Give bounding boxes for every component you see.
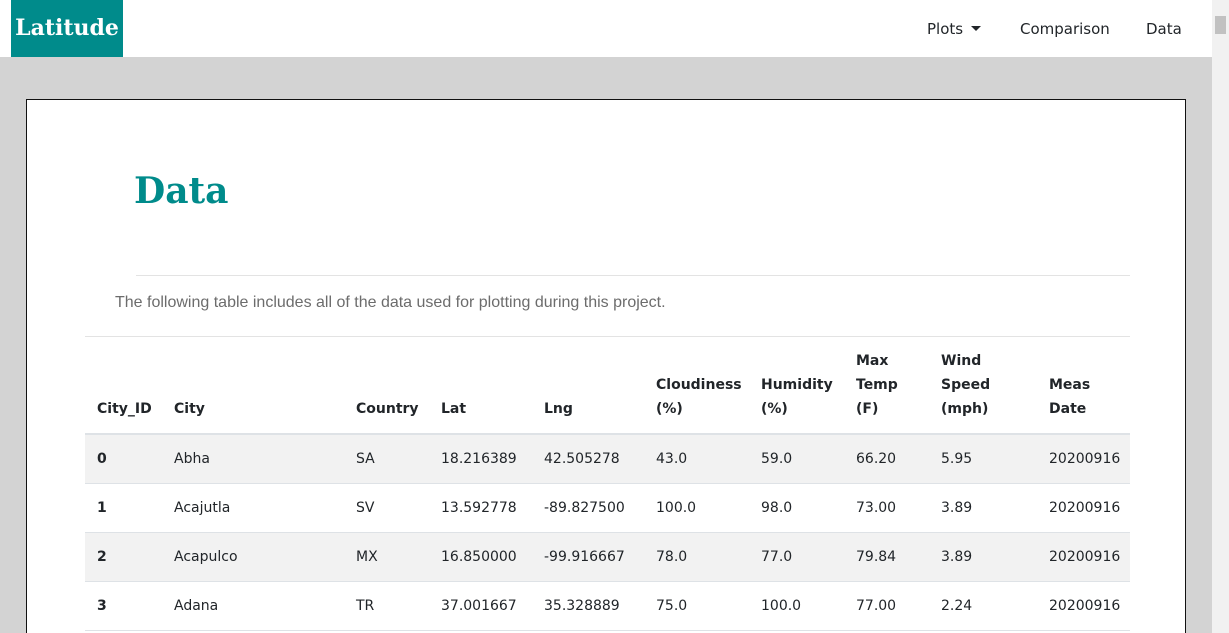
cell-city: Adana [162, 581, 344, 631]
column-header-lat: Lat [429, 348, 532, 435]
cell-lng: -99.916667 [532, 532, 644, 582]
cell-wind-speed: 2.24 [929, 581, 1037, 631]
cell-max-temp: 66.20 [844, 434, 929, 484]
table-row: 1 Acajutla SV 13.592778 -89.827500 100.0… [85, 483, 1130, 533]
cell-cloudiness: 78.0 [644, 532, 749, 582]
column-header-city: City [162, 348, 344, 435]
cell-humidity: 100.0 [749, 581, 844, 631]
brand-logo[interactable]: Latitude [11, 0, 123, 57]
table-row: 2 Acapulco MX 16.850000 -99.916667 78.0 … [85, 532, 1130, 582]
cell-max-temp: 77.00 [844, 581, 929, 631]
cell-wind-speed: 5.95 [929, 434, 1037, 484]
cell-country: SA [344, 434, 429, 484]
cell-city: Acapulco [162, 532, 344, 582]
column-header-country: Country [344, 348, 429, 435]
cell-city-id: 0 [85, 434, 162, 484]
cell-country: TR [344, 581, 429, 631]
cell-country: SV [344, 483, 429, 533]
cell-max-temp: 79.84 [844, 532, 929, 582]
cell-max-temp: 73.00 [844, 483, 929, 533]
table-header-row: City_ID City Country Lat Lng Cloudiness(… [85, 348, 1130, 435]
column-header-wind-speed: Wind Speed (mph) [929, 348, 1037, 435]
column-header-lng: Lng [532, 348, 644, 435]
cell-wind-speed: 3.89 [929, 483, 1037, 533]
cell-cloudiness: 100.0 [644, 483, 749, 533]
page-description: The following table includes all of the … [115, 294, 666, 311]
cell-country: MX [344, 532, 429, 582]
data-table: City_ID City Country Lat Lng Cloudiness(… [85, 348, 1130, 631]
page-title: Data [134, 170, 229, 212]
nav-data-link[interactable]: Data [1146, 0, 1182, 57]
cell-city-id: 2 [85, 532, 162, 582]
column-header-city-id: City_ID [85, 348, 162, 435]
table-row: 3 Adana TR 37.001667 35.328889 75.0 100.… [85, 581, 1130, 631]
column-header-cloudiness: Cloudiness (%) [644, 348, 749, 435]
cell-humidity: 98.0 [749, 483, 844, 533]
scrollbar-thumb[interactable] [1215, 16, 1226, 34]
cell-lat: 13.592778 [429, 483, 532, 533]
cell-meas-date: 20200916 [1037, 483, 1130, 533]
cell-city-id: 1 [85, 483, 162, 533]
cell-meas-date: 20200916 [1037, 532, 1130, 582]
nav-comparison-link[interactable]: Comparison [1020, 0, 1110, 57]
caret-down-icon [971, 26, 982, 31]
table-row: 0 Abha SA 18.216389 42.505278 43.0 59.0 … [85, 434, 1130, 484]
cell-wind-speed: 3.89 [929, 532, 1037, 582]
nav-plots-label: Plots [927, 20, 964, 38]
navbar: Latitude Plots Comparison Data [0, 0, 1212, 57]
cell-city: Acajutla [162, 483, 344, 533]
cell-meas-date: 20200916 [1037, 434, 1130, 484]
cell-lng: 35.328889 [532, 581, 644, 631]
divider [85, 336, 1130, 337]
cell-lat: 16.850000 [429, 532, 532, 582]
cell-cloudiness: 43.0 [644, 434, 749, 484]
cell-city-id: 3 [85, 581, 162, 631]
cell-humidity: 59.0 [749, 434, 844, 484]
nav-plots-dropdown[interactable]: Plots [927, 0, 982, 57]
cell-city: Abha [162, 434, 344, 484]
cell-cloudiness: 75.0 [644, 581, 749, 631]
cell-lng: -89.827500 [532, 483, 644, 533]
divider [136, 275, 1130, 276]
column-header-max-temp: Max Temp (F) [844, 348, 929, 435]
cell-lat: 37.001667 [429, 581, 532, 631]
content-card: Data The following table includes all of… [26, 99, 1186, 633]
cell-lat: 18.216389 [429, 434, 532, 484]
cell-lng: 42.505278 [532, 434, 644, 484]
column-header-humidity: Humidity (%) [749, 348, 844, 435]
cell-humidity: 77.0 [749, 532, 844, 582]
cell-meas-date: 20200916 [1037, 581, 1130, 631]
column-header-meas-date: Meas Date [1037, 348, 1130, 435]
vertical-scrollbar[interactable] [1212, 0, 1229, 633]
